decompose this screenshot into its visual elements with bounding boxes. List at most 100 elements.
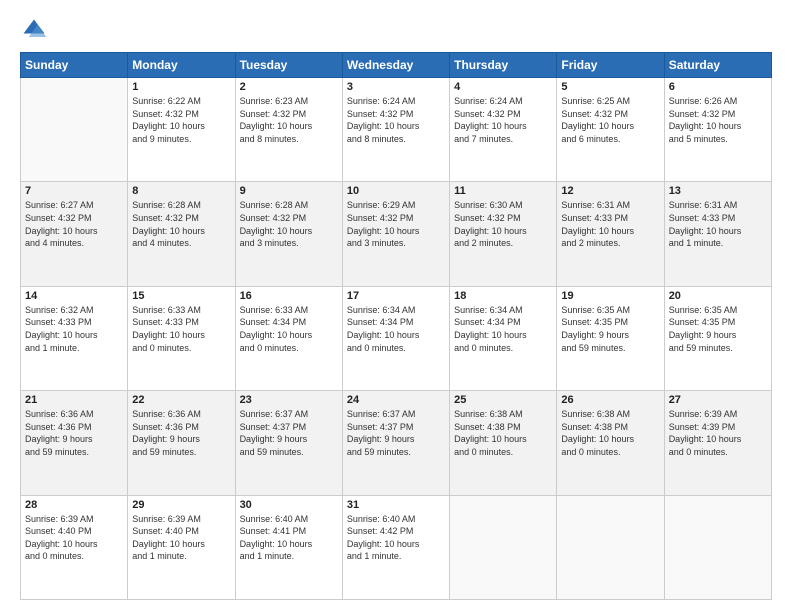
day-number: 17 [347, 290, 445, 302]
day-number: 29 [132, 499, 230, 511]
calendar-cell: 28 Sunrise: 6:39 AM Sunset: 4:40 PM Dayli… [21, 495, 128, 599]
calendar-cell: 25Sunrise: 6:38 AM Sunset: 4:38 PM Dayli… [450, 391, 557, 495]
day-number: 1 [132, 81, 230, 93]
calendar-cell: 19Sunrise: 6:35 AM Sunset: 4:35 PM Dayli… [557, 286, 664, 390]
day-number: 20 [669, 290, 767, 302]
day-info: Sunrise: 6:39 AM Sunset: 4:40 PM Dayligh… [25, 513, 123, 563]
day-info: Sunrise: 6:32 AM Sunset: 4:33 PM Dayligh… [25, 304, 123, 354]
calendar-cell: 15Sunrise: 6:33 AM Sunset: 4:33 PM Dayli… [128, 286, 235, 390]
day-info: Sunrise: 6:28 AM Sunset: 4:32 PM Dayligh… [132, 199, 230, 249]
calendar-cell: 27 Sunrise: 6:39 AM Sunset: 4:39 PM Dayli… [664, 391, 771, 495]
day-number: 15 [132, 290, 230, 302]
calendar-table: SundayMondayTuesdayWednesdayThursdayFrid… [20, 52, 772, 600]
calendar-cell: 23 Sunrise: 6:37 AM Sunset: 4:37 PM Dayli… [235, 391, 342, 495]
day-number: 28 [25, 499, 123, 511]
calendar-cell: 13 Sunrise: 6:31 AM Sunset: 4:33 PM Dayli… [664, 182, 771, 286]
day-info: Sunrise: 6:27 AM Sunset: 4:32 PM Dayligh… [25, 199, 123, 249]
day-number: 11 [454, 185, 552, 197]
calendar-cell: 1 Sunrise: 6:22 AM Sunset: 4:32 PM Daylig… [128, 78, 235, 182]
day-info: Sunrise: 6:40 AM Sunset: 4:41 PM Dayligh… [240, 513, 338, 563]
day-number: 25 [454, 394, 552, 406]
day-number: 8 [132, 185, 230, 197]
calendar-cell: 2Sunrise: 6:23 AM Sunset: 4:32 PM Daylig… [235, 78, 342, 182]
calendar-cell [557, 495, 664, 599]
calendar-cell: 14 Sunrise: 6:32 AM Sunset: 4:33 PM Dayli… [21, 286, 128, 390]
calendar-week-row: 7 Sunrise: 6:27 AM Sunset: 4:32 PM Daylig… [21, 182, 772, 286]
calendar-cell: 20 Sunrise: 6:35 AM Sunset: 4:35 PM Dayli… [664, 286, 771, 390]
day-info: Sunrise: 6:37 AM Sunset: 4:37 PM Dayligh… [347, 408, 445, 458]
day-number: 19 [561, 290, 659, 302]
calendar-cell [21, 78, 128, 182]
day-info: Sunrise: 6:34 AM Sunset: 4:34 PM Dayligh… [347, 304, 445, 354]
day-number: 18 [454, 290, 552, 302]
calendar-cell: 10 Sunrise: 6:29 AM Sunset: 4:32 PM Dayli… [342, 182, 449, 286]
logo [20, 16, 52, 44]
calendar-cell: 29Sunrise: 6:39 AM Sunset: 4:40 PM Dayli… [128, 495, 235, 599]
day-number: 3 [347, 81, 445, 93]
day-info: Sunrise: 6:24 AM Sunset: 4:32 PM Dayligh… [347, 95, 445, 145]
calendar-cell: 24 Sunrise: 6:37 AM Sunset: 4:37 PM Dayli… [342, 391, 449, 495]
calendar-cell: 5 Sunrise: 6:25 AM Sunset: 4:32 PM Daylig… [557, 78, 664, 182]
day-info: Sunrise: 6:36 AM Sunset: 4:36 PM Dayligh… [25, 408, 123, 458]
calendar-cell: 6 Sunrise: 6:26 AM Sunset: 4:32 PM Daylig… [664, 78, 771, 182]
day-info: Sunrise: 6:37 AM Sunset: 4:37 PM Dayligh… [240, 408, 338, 458]
day-info: Sunrise: 6:29 AM Sunset: 4:32 PM Dayligh… [347, 199, 445, 249]
day-info: Sunrise: 6:24 AM Sunset: 4:32 PM Dayligh… [454, 95, 552, 145]
calendar-cell: 4 Sunrise: 6:24 AM Sunset: 4:32 PM Daylig… [450, 78, 557, 182]
day-info: Sunrise: 6:40 AM Sunset: 4:42 PM Dayligh… [347, 513, 445, 563]
day-number: 14 [25, 290, 123, 302]
day-info: Sunrise: 6:30 AM Sunset: 4:32 PM Dayligh… [454, 199, 552, 249]
header [20, 16, 772, 44]
calendar-day-header: Sunday [21, 53, 128, 78]
calendar-cell: 11 Sunrise: 6:30 AM Sunset: 4:32 PM Dayli… [450, 182, 557, 286]
calendar-cell: 22Sunrise: 6:36 AM Sunset: 4:36 PM Dayli… [128, 391, 235, 495]
day-number: 5 [561, 81, 659, 93]
day-info: Sunrise: 6:26 AM Sunset: 4:32 PM Dayligh… [669, 95, 767, 145]
day-info: Sunrise: 6:35 AM Sunset: 4:35 PM Dayligh… [669, 304, 767, 354]
day-number: 21 [25, 394, 123, 406]
day-number: 27 [669, 394, 767, 406]
day-info: Sunrise: 6:22 AM Sunset: 4:32 PM Dayligh… [132, 95, 230, 145]
calendar-day-header: Thursday [450, 53, 557, 78]
calendar-cell: 3 Sunrise: 6:24 AM Sunset: 4:32 PM Daylig… [342, 78, 449, 182]
day-info: Sunrise: 6:31 AM Sunset: 4:33 PM Dayligh… [669, 199, 767, 249]
calendar-cell: 30 Sunrise: 6:40 AM Sunset: 4:41 PM Dayli… [235, 495, 342, 599]
day-number: 13 [669, 185, 767, 197]
day-number: 12 [561, 185, 659, 197]
day-number: 9 [240, 185, 338, 197]
page: SundayMondayTuesdayWednesdayThursdayFrid… [0, 0, 792, 612]
calendar-cell [450, 495, 557, 599]
day-number: 10 [347, 185, 445, 197]
calendar-cell [664, 495, 771, 599]
day-number: 6 [669, 81, 767, 93]
day-info: Sunrise: 6:34 AM Sunset: 4:34 PM Dayligh… [454, 304, 552, 354]
day-info: Sunrise: 6:39 AM Sunset: 4:39 PM Dayligh… [669, 408, 767, 458]
calendar-cell: 18 Sunrise: 6:34 AM Sunset: 4:34 PM Dayli… [450, 286, 557, 390]
logo-icon [20, 16, 48, 44]
day-info: Sunrise: 6:38 AM Sunset: 4:38 PM Dayligh… [561, 408, 659, 458]
day-info: Sunrise: 6:23 AM Sunset: 4:32 PM Dayligh… [240, 95, 338, 145]
calendar-cell: 12 Sunrise: 6:31 AM Sunset: 4:33 PM Dayli… [557, 182, 664, 286]
day-info: Sunrise: 6:31 AM Sunset: 4:33 PM Dayligh… [561, 199, 659, 249]
day-number: 16 [240, 290, 338, 302]
calendar-day-header: Tuesday [235, 53, 342, 78]
calendar-day-header: Friday [557, 53, 664, 78]
calendar-cell: 17 Sunrise: 6:34 AM Sunset: 4:34 PM Dayli… [342, 286, 449, 390]
day-info: Sunrise: 6:25 AM Sunset: 4:32 PM Dayligh… [561, 95, 659, 145]
calendar-week-row: 1 Sunrise: 6:22 AM Sunset: 4:32 PM Daylig… [21, 78, 772, 182]
calendar-cell: 9Sunrise: 6:28 AM Sunset: 4:32 PM Daylig… [235, 182, 342, 286]
calendar-header-row: SundayMondayTuesdayWednesdayThursdayFrid… [21, 53, 772, 78]
calendar-day-header: Wednesday [342, 53, 449, 78]
day-number: 26 [561, 394, 659, 406]
calendar-day-header: Saturday [664, 53, 771, 78]
day-info: Sunrise: 6:33 AM Sunset: 4:34 PM Dayligh… [240, 304, 338, 354]
day-number: 7 [25, 185, 123, 197]
day-number: 4 [454, 81, 552, 93]
calendar-day-header: Monday [128, 53, 235, 78]
calendar-week-row: 14 Sunrise: 6:32 AM Sunset: 4:33 PM Dayli… [21, 286, 772, 390]
day-number: 23 [240, 394, 338, 406]
day-number: 24 [347, 394, 445, 406]
calendar-cell: 26 Sunrise: 6:38 AM Sunset: 4:38 PM Dayli… [557, 391, 664, 495]
day-number: 30 [240, 499, 338, 511]
calendar-cell: 16 Sunrise: 6:33 AM Sunset: 4:34 PM Dayli… [235, 286, 342, 390]
